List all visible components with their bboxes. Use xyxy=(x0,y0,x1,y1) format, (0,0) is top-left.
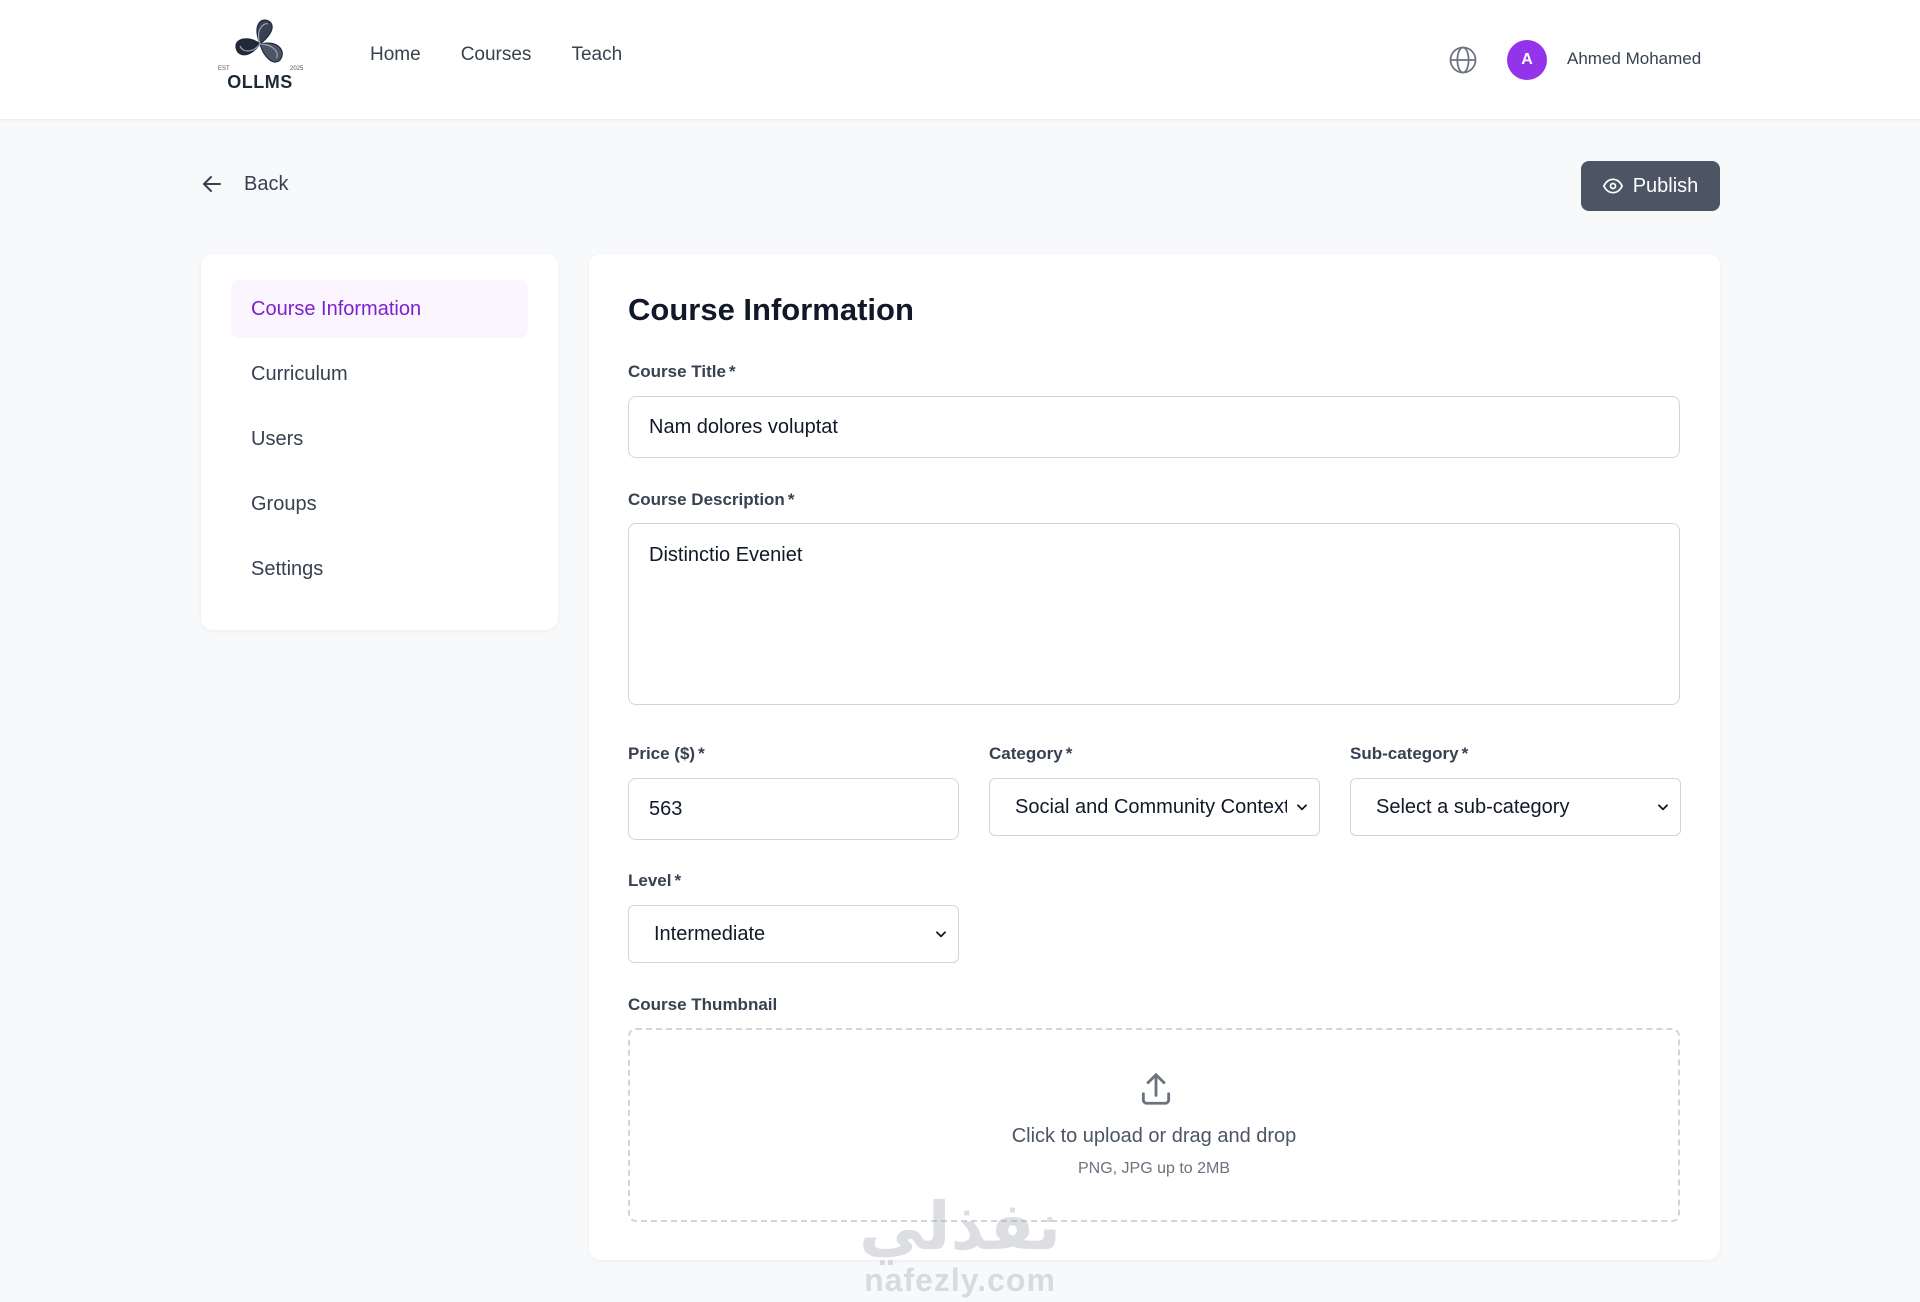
arrow-left-icon xyxy=(203,176,221,192)
chevron-down-icon xyxy=(1297,804,1307,811)
sub-category-select[interactable]: Select a sub-category xyxy=(1350,778,1681,836)
sidebar-item-groups[interactable]: Groups xyxy=(231,475,528,533)
chevron-down-icon xyxy=(936,931,946,938)
sub-category-select-value: Select a sub-category xyxy=(1376,795,1570,818)
upload-icon xyxy=(1141,1073,1171,1105)
sidebar-item-curriculum[interactable]: Curriculum xyxy=(231,345,528,403)
course-title-input[interactable] xyxy=(628,396,1680,458)
publish-label: Publish xyxy=(1632,174,1699,197)
price-input[interactable] xyxy=(628,778,959,840)
nav-teach-link[interactable]: Teach xyxy=(571,44,622,66)
nav-home-link[interactable]: Home xyxy=(370,44,421,66)
required-mark: * xyxy=(1065,744,1073,763)
watermark-latin-text: nafezly.com xyxy=(864,1262,1056,1298)
sub-category-label: Sub-category * xyxy=(1350,744,1468,764)
sidebar-item-settings[interactable]: Settings xyxy=(231,540,528,598)
course-title-label-text: Course Title xyxy=(628,362,726,381)
level-label: Level * xyxy=(628,871,681,891)
publish-button[interactable]: Publish xyxy=(1581,161,1720,211)
required-mark: * xyxy=(674,871,682,890)
user-avatar[interactable]: A xyxy=(1507,40,1547,80)
category-label: Category * xyxy=(989,744,1072,764)
main-nav: Home Courses Teach xyxy=(370,44,622,66)
user-name[interactable]: Ahmed Mohamed xyxy=(1567,49,1701,69)
course-sidebar: Course Information Curriculum Users Grou… xyxy=(201,254,558,630)
globe-icon[interactable] xyxy=(1448,45,1478,75)
category-select-value: Social and Community Context xyxy=(1015,795,1287,818)
price-label-text: Price ($) xyxy=(628,744,696,763)
required-mark: * xyxy=(1461,744,1469,763)
logo-text: OLLMS xyxy=(227,72,293,92)
level-select[interactable]: Intermediate xyxy=(628,905,959,963)
sub-category-label-text: Sub-category xyxy=(1350,744,1459,763)
course-description-label: Course Description * xyxy=(628,490,794,510)
eye-icon xyxy=(1602,178,1623,194)
course-thumbnail-label: Course Thumbnail xyxy=(628,995,778,1014)
required-mark: * xyxy=(698,744,705,763)
level-select-value: Intermediate xyxy=(654,922,766,945)
top-navbar: EST 2025 OLLMS Home Courses Teach A Ahme… xyxy=(0,0,1920,120)
sidebar-item-course-information[interactable]: Course Information xyxy=(231,280,528,338)
back-label: Back xyxy=(244,172,289,195)
required-mark: * xyxy=(787,490,795,509)
nav-courses-link[interactable]: Courses xyxy=(461,44,532,66)
course-description-label-text: Course Description xyxy=(628,490,785,509)
page-title: Course Information xyxy=(628,292,914,327)
required-mark: * xyxy=(728,362,736,381)
upload-instructions: Click to upload or drag and drop xyxy=(1011,1125,1297,1147)
ollms-logo[interactable]: EST 2025 OLLMS xyxy=(212,14,308,98)
price-label: Price ($) * xyxy=(628,744,705,764)
sidebar-item-users[interactable]: Users xyxy=(231,410,528,468)
level-label-text: Level xyxy=(628,871,672,890)
upload-hint: PNG, JPG up to 2MB xyxy=(1077,1160,1231,1177)
course-information-card: Course Information Course Title* Course … xyxy=(589,254,1720,1260)
logo-mark-icon xyxy=(235,19,283,63)
chevron-down-icon xyxy=(1658,804,1668,811)
thumbnail-dropzone[interactable]: Click to upload or drag and drop PNG, JP… xyxy=(628,1028,1680,1222)
course-description-textarea[interactable]: Distinctio Eveniet xyxy=(628,523,1680,705)
back-button[interactable]: Back xyxy=(200,172,288,196)
course-title-label: Course Title * xyxy=(628,362,736,382)
category-select[interactable]: Social and Community Context xyxy=(989,778,1320,836)
category-label-text: Category xyxy=(989,744,1063,763)
